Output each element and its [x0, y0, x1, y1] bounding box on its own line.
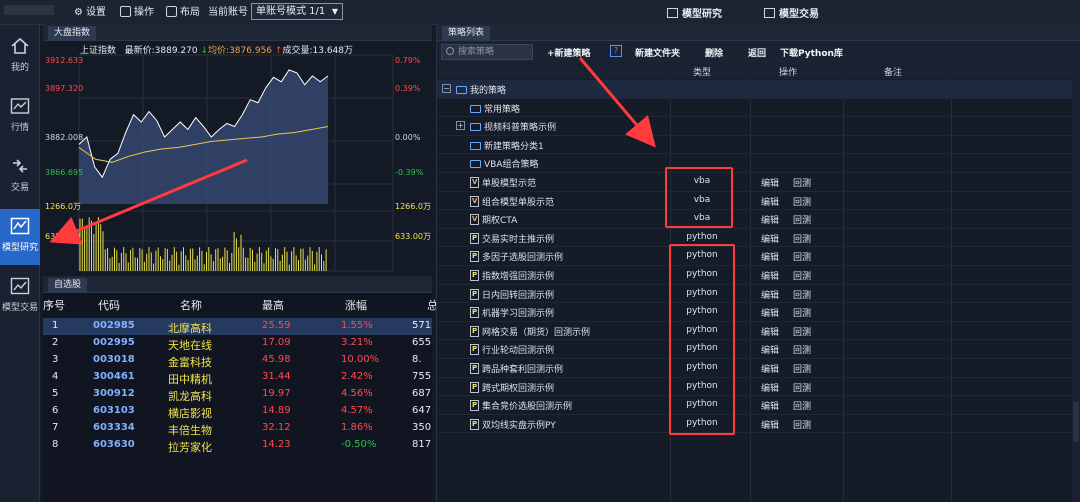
annotation-arrows [49, 57, 656, 245]
annotation-arrow [49, 158, 248, 245]
annotation-arrow [578, 57, 656, 148]
